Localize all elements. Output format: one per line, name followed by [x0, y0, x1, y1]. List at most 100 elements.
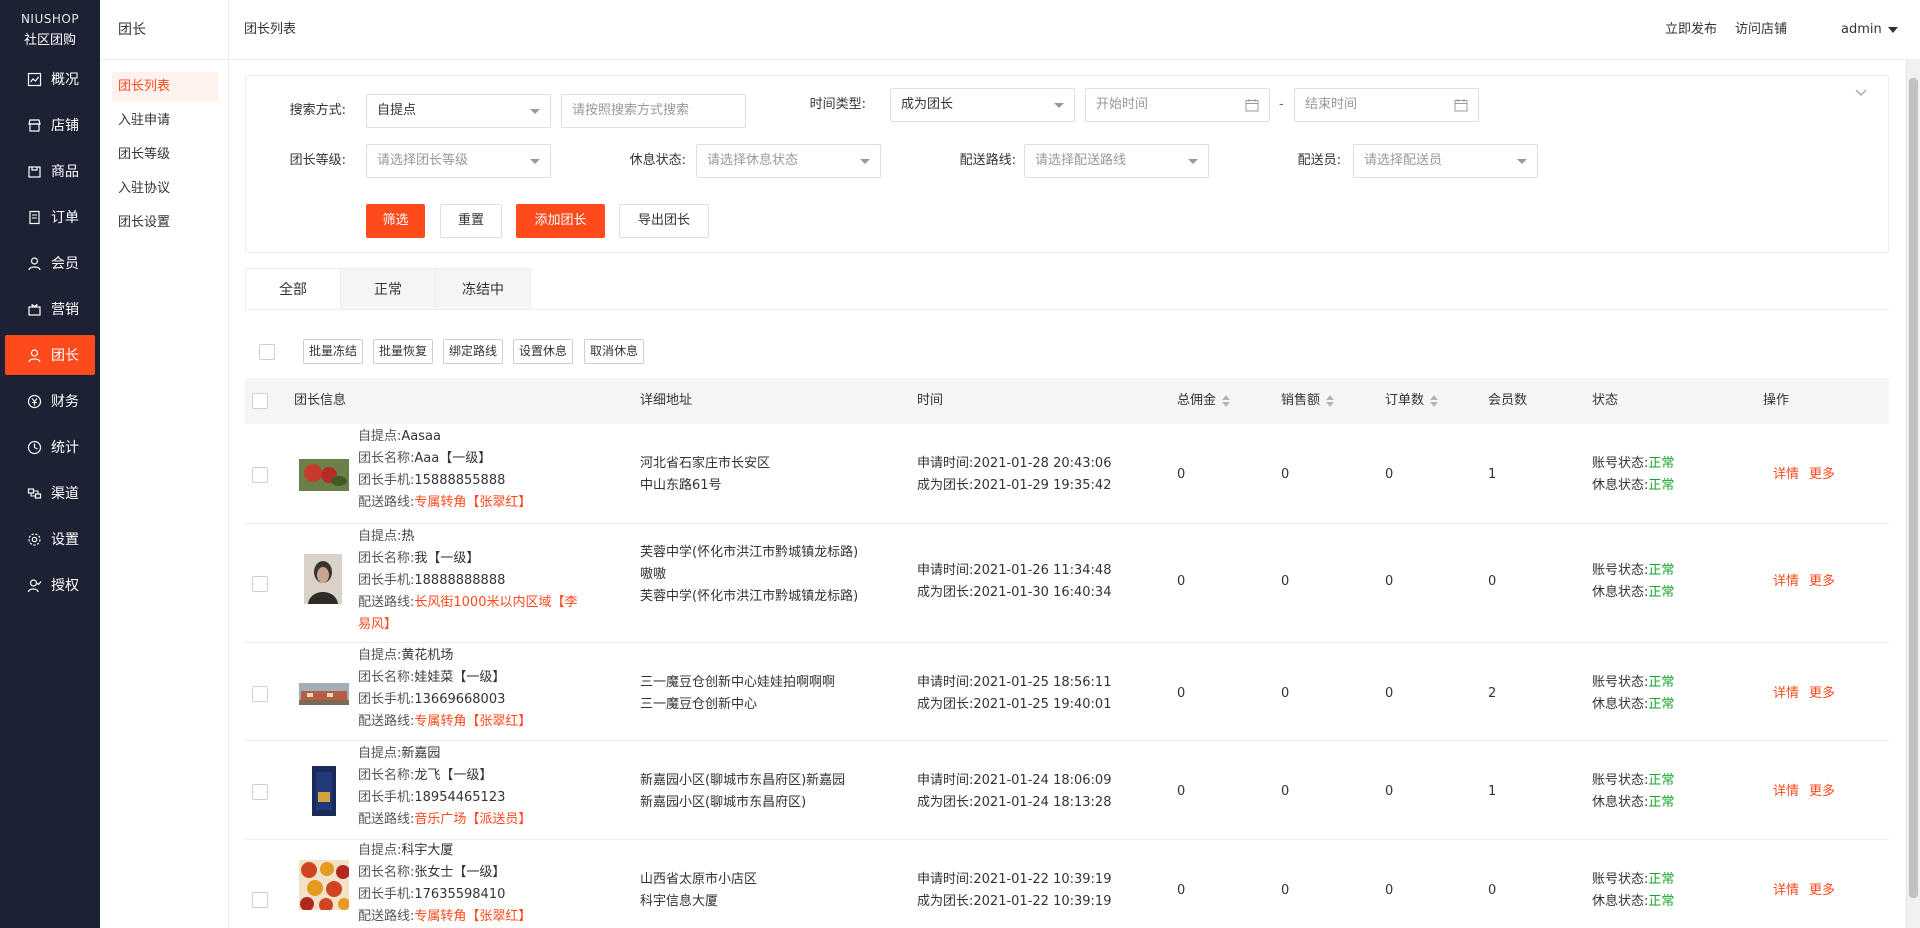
col-sales[interactable]: 销售额	[1281, 378, 1335, 424]
sales-value: 0	[1281, 784, 1290, 799]
route-select[interactable]: 请选择配送路线	[1024, 144, 1209, 178]
detail-link[interactable]: 详情	[1773, 686, 1799, 701]
chevron-down-icon	[1188, 159, 1198, 164]
scrollbar-thumb[interactable]	[1909, 78, 1918, 898]
apply-time-value: 2021-01-22 10:39:19	[973, 872, 1112, 887]
user-menu[interactable]: admin	[1841, 0, 1898, 60]
sidebar-item-dashboard[interactable]: 概况	[5, 59, 95, 99]
select-all-checkbox[interactable]	[252, 393, 268, 409]
detail-link[interactable]: 详情	[1773, 467, 1799, 482]
detail-link[interactable]: 详情	[1773, 784, 1799, 799]
route-value: 长风街1000米以内区域	[414, 595, 552, 610]
address-line-1: 芙蓉中学(怀化市洪江市黔城镇龙标路)嗷嗷	[640, 545, 859, 582]
collapse-chevron-icon[interactable]	[1854, 86, 1868, 100]
subnav-item-settings[interactable]: 团长设置	[112, 208, 218, 238]
more-link[interactable]: 更多	[1809, 883, 1835, 898]
search-input[interactable]: 请按照搜索方式搜索	[561, 94, 746, 128]
calendar-icon	[1245, 99, 1259, 112]
subnav-item-leader-list[interactable]: 团长列表	[112, 72, 218, 102]
sidebar-item-store[interactable]: 店铺	[5, 105, 95, 145]
address-line-1: 三一魔豆仓创新中心娃娃拍啊啊啊	[640, 675, 836, 690]
set-rest-button[interactable]: 设置休息	[513, 339, 573, 364]
batch-select-checkbox[interactable]	[259, 344, 275, 360]
col-leader-info: 团长信息	[294, 393, 347, 408]
address-cell: 山西省太原市小店区 科宇信息大厦	[640, 869, 900, 913]
rest-select[interactable]: 请选择休息状态	[696, 144, 881, 178]
route-value: 音乐广场	[414, 812, 467, 827]
sidebar-item-channel[interactable]: 渠道	[5, 473, 95, 513]
row-checkbox[interactable]	[252, 892, 268, 908]
leader-avatar	[299, 860, 349, 910]
chevron-down-icon	[530, 109, 540, 114]
row-checkbox[interactable]	[252, 784, 268, 800]
detail-link[interactable]: 详情	[1773, 574, 1799, 589]
sidebar-item-order[interactable]: 订单	[5, 197, 95, 237]
col-commission[interactable]: 总佣金	[1177, 378, 1231, 424]
sidebar-item-marketing[interactable]: 营销	[5, 289, 95, 329]
time-cell: 申请时间:2021-01-28 20:43:06 成为团长:2021-01-29 …	[917, 453, 1111, 497]
start-time-input[interactable]: 开始时间	[1085, 88, 1270, 122]
cancel-rest-button[interactable]: 取消休息	[584, 339, 644, 364]
commission-value: 0	[1177, 784, 1186, 799]
sidebar-item-settings[interactable]: 设置	[5, 519, 95, 559]
col-orders-label: 订单数	[1385, 393, 1425, 408]
batch-freeze-button[interactable]: 批量冻结	[303, 339, 363, 364]
sidebar-item-finance[interactable]: 财务	[5, 381, 95, 421]
subnav-item-agreement[interactable]: 入驻协议	[112, 174, 218, 204]
add-leader-button[interactable]: 添加团长	[516, 204, 605, 238]
end-time-input[interactable]: 结束时间	[1294, 88, 1479, 122]
reset-button[interactable]: 重置	[440, 204, 502, 238]
row-checkbox[interactable]	[252, 467, 268, 483]
row-checkbox[interactable]	[252, 576, 268, 592]
address-line-2: 芙蓉中学(怀化市洪江市黔城镇龙标路)	[640, 589, 859, 604]
sidebar-item-goods[interactable]: 商品	[5, 151, 95, 191]
store-icon	[25, 118, 43, 133]
courier-value: 【派送员】	[466, 812, 532, 827]
tab-normal[interactable]: 正常	[340, 268, 436, 310]
more-link[interactable]: 更多	[1809, 784, 1835, 799]
tab-frozen[interactable]: 冻结中	[435, 268, 531, 310]
sales-value: 0	[1281, 467, 1290, 482]
level-select[interactable]: 请选择团长等级	[366, 144, 551, 178]
sidebar-item-label: 授权	[51, 578, 79, 594]
publish-link[interactable]: 立即发布	[1665, 0, 1717, 60]
phone-line: 团长手机:18888888888	[358, 570, 588, 592]
tab-all[interactable]: 全部	[245, 268, 341, 310]
time-type-select[interactable]: 成为团长	[890, 88, 1075, 122]
search-mode-value: 自提点	[377, 103, 417, 118]
rest-status-label: 休息状态:	[1592, 585, 1649, 600]
col-commission-label: 总佣金	[1177, 393, 1217, 408]
phone-value: 13669668003	[414, 692, 506, 707]
sidebar-item-stats[interactable]: 统计	[5, 427, 95, 467]
col-orders[interactable]: 订单数	[1385, 378, 1439, 424]
more-link[interactable]: 更多	[1809, 574, 1835, 589]
name-line: 团长名称:张女士【一级】	[358, 862, 588, 884]
phone-line: 团长手机:13669668003	[358, 689, 588, 711]
order-icon	[25, 210, 43, 225]
address-cell: 新嘉园小区(聊城市东昌府区)新嘉园 新嘉园小区(聊城市东昌府区)	[640, 770, 900, 814]
sidebar-item-authorize[interactable]: 授权	[5, 565, 95, 605]
visit-store-link[interactable]: 访问店铺	[1735, 0, 1787, 60]
become-time-label: 成为团长:	[917, 478, 974, 493]
batch-restore-button[interactable]: 批量恢复	[373, 339, 433, 364]
search-mode-select[interactable]: 自提点	[366, 94, 551, 128]
name-label: 团长名称:	[358, 670, 415, 685]
leader-avatar	[299, 459, 349, 491]
subnav-item-apply[interactable]: 入驻申请	[112, 106, 218, 136]
more-link[interactable]: 更多	[1809, 686, 1835, 701]
members-value: 0	[1488, 574, 1497, 589]
more-link[interactable]: 更多	[1809, 467, 1835, 482]
time-type-value: 成为团长	[901, 97, 954, 112]
become-time-line: 成为团长:2021-01-30 16:40:34	[917, 582, 1111, 604]
page-scrollbar[interactable]	[1906, 60, 1920, 928]
export-button[interactable]: 导出团长	[619, 204, 709, 238]
subnav-item-level[interactable]: 团长等级	[112, 140, 218, 170]
courier-select[interactable]: 请选择配送员	[1353, 144, 1538, 178]
detail-link[interactable]: 详情	[1773, 883, 1799, 898]
sidebar-item-leader[interactable]: 团长	[5, 335, 95, 375]
sidebar-item-member[interactable]: 会员	[5, 243, 95, 283]
sidebar-item-label: 统计	[51, 440, 79, 456]
row-checkbox[interactable]	[252, 686, 268, 702]
bind-route-button[interactable]: 绑定路线	[443, 339, 503, 364]
filter-button[interactable]: 筛选	[366, 204, 425, 238]
